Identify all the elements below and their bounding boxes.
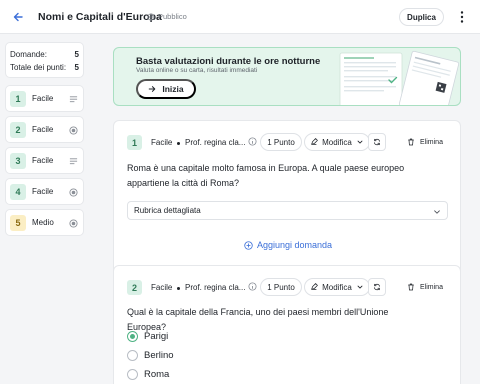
banner-subtitle: Valuta online o su carta, risultati imme… [136, 67, 258, 74]
question-card: 1 Facile Prof. regina cla... 1 Punto Mod… [113, 120, 461, 277]
question-nav-item[interactable]: 2 Facile [5, 116, 84, 143]
question-difficulty: Facile [32, 94, 54, 103]
refresh-button[interactable] [368, 133, 386, 151]
question-number-badge: 2 [127, 280, 142, 295]
rubric-dropdown[interactable]: Rubrica dettagliata [127, 201, 448, 220]
top-header: Nomi e Capitali d'Europa Pubblico Duplic… [0, 0, 480, 34]
main-content: Basta valutazioni durante le ore notturn… [113, 47, 461, 384]
separator-dot [177, 287, 180, 290]
quiz-stats: Domande: 5 Totale dei punti: 5 [5, 42, 84, 78]
question-author: Prof. regina cla... [185, 283, 246, 292]
question-number-badge: 3 [10, 152, 26, 169]
banner-title: Basta valutazioni durante le ore notturn… [136, 56, 321, 67]
answer-option[interactable]: Roma [127, 369, 169, 380]
radio-icon [69, 219, 78, 228]
question-text: Qual è la capitale della Francia, uno de… [127, 307, 389, 332]
points-selector[interactable]: 1 Punto [260, 133, 302, 151]
question-nav-item[interactable]: 5 Medio [5, 209, 84, 236]
question-nav-item[interactable]: 4 Facile [5, 178, 84, 205]
globe-icon [147, 12, 155, 21]
rubric-label: Rubrica dettagliata [134, 206, 201, 215]
trash-icon [408, 138, 414, 146]
question-nav-item[interactable]: 1 Facile [5, 85, 84, 112]
grading-banner: Basta valutazioni durante le ore notturn… [113, 47, 461, 106]
stat-value: 5 [74, 63, 79, 72]
info-icon[interactable] [248, 137, 257, 146]
question-number-badge: 4 [10, 183, 26, 200]
question-number-badge: 5 [10, 214, 26, 231]
question-difficulty: Facile [151, 283, 173, 292]
stat-value: 5 [74, 50, 79, 59]
start-button[interactable]: Inizia [136, 79, 196, 99]
delete-label: Elimina [420, 138, 443, 146]
question-difficulty: Facile [32, 125, 54, 134]
text-lines-icon [69, 157, 78, 166]
radio-button[interactable] [127, 369, 138, 380]
arrow-right-icon [149, 86, 156, 92]
question-card-header: 1 Facile Prof. regina cla... 1 Punto Mod… [127, 133, 450, 151]
info-icon[interactable] [248, 282, 257, 291]
edit-button[interactable]: Modifica [304, 133, 370, 151]
add-question-button[interactable]: Aggiungi domanda [244, 240, 332, 250]
refresh-icon [374, 283, 380, 291]
stat-label: Totale dei punti: [10, 63, 67, 72]
delete-button[interactable]: Elimina [400, 133, 450, 151]
add-question-label: Aggiungi domanda [257, 240, 333, 250]
option-label: Berlino [144, 350, 174, 361]
edit-label: Modifica [322, 282, 352, 292]
pencil-icon [311, 283, 318, 290]
stat-label: Domande: [10, 50, 47, 59]
text-lines-icon [69, 95, 78, 104]
radio-icon [69, 126, 78, 135]
duplicate-button[interactable]: Duplica [399, 8, 444, 26]
quiz-title: Nomi e Capitali d'Europa [38, 11, 162, 23]
question-text: Roma è una capitale molto famosa in Euro… [127, 163, 405, 188]
plus-circle-icon [244, 240, 253, 250]
start-label: Inizia [162, 84, 184, 94]
visibility-status: Pubblico [147, 12, 187, 21]
pencil-icon [311, 138, 318, 145]
chevron-down-icon [357, 140, 363, 144]
edit-label: Modifica [322, 137, 352, 147]
separator-dot [177, 142, 180, 145]
chevron-down-icon [434, 210, 440, 214]
answer-option[interactable]: Berlino [127, 350, 174, 361]
option-label: Parigi [144, 331, 169, 342]
question-author: Prof. regina cla... [185, 138, 246, 147]
question-number-badge: 2 [10, 121, 26, 138]
points-selector[interactable]: 1 Punto [260, 278, 302, 296]
question-nav-list: 1 Facile 2 Facile 3 Facile 4 Facile 5 Me… [5, 85, 84, 236]
edit-button[interactable]: Modifica [304, 278, 370, 296]
option-label: Roma [144, 369, 170, 380]
radio-button[interactable] [127, 331, 138, 342]
answer-option[interactable]: Parigi [127, 331, 168, 342]
back-arrow-icon[interactable] [11, 10, 25, 24]
question-card: 2 Facile Prof. regina cla... 1 Punto Mod… [113, 265, 461, 384]
refresh-icon [374, 138, 380, 146]
delete-button[interactable]: Elimina [400, 278, 450, 296]
question-difficulty: Facile [32, 187, 54, 196]
radio-icon [69, 188, 78, 197]
question-difficulty: Facile [151, 138, 173, 147]
worksheet-illustration [339, 50, 460, 105]
visibility-label: Pubblico [158, 12, 187, 21]
stat-questions: Domande: 5 [10, 48, 79, 61]
chevron-down-icon [357, 285, 363, 289]
delete-label: Elimina [420, 283, 443, 291]
question-sidebar: Domande: 5 Totale dei punti: 5 1 Facile … [5, 42, 84, 240]
question-difficulty: Medio [32, 218, 54, 227]
question-number-badge: 1 [10, 90, 26, 107]
radio-button[interactable] [127, 350, 138, 361]
stat-points: Totale dei punti: 5 [10, 61, 79, 74]
refresh-button[interactable] [368, 278, 386, 296]
question-number-badge: 1 [127, 135, 142, 150]
question-card-header: 2 Facile Prof. regina cla... 1 Punto Mod… [127, 278, 450, 296]
question-difficulty: Facile [32, 156, 54, 165]
trash-icon [408, 283, 414, 291]
question-nav-item[interactable]: 3 Facile [5, 147, 84, 174]
more-vertical-icon[interactable] [455, 10, 469, 24]
